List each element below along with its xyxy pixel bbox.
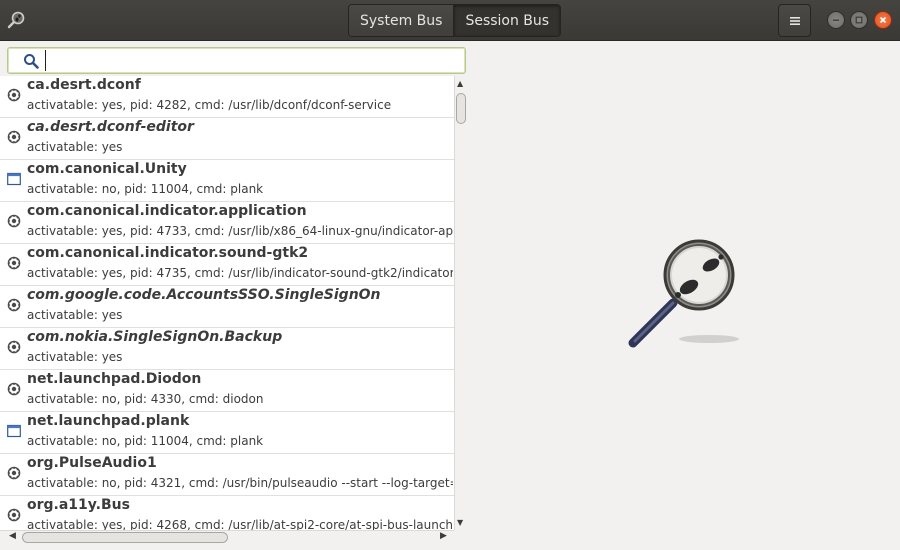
search-bar bbox=[7, 47, 466, 74]
bus-name: com.nokia.SingleSignOn.Backup bbox=[27, 329, 283, 345]
bus-name-detail: activatable: yes bbox=[27, 350, 123, 364]
bus-name: org.a11y.Bus bbox=[27, 497, 130, 513]
list-item[interactable]: org.PulseAudio1 activatable: no, pid: 432… bbox=[0, 454, 454, 496]
bus-name: org.PulseAudio1 bbox=[27, 455, 157, 471]
maximize-button[interactable] bbox=[850, 11, 868, 29]
detail-pane bbox=[467, 41, 900, 550]
list-item[interactable]: net.launchpad.plank activatable: no, pid:… bbox=[0, 412, 454, 454]
horizontal-scroll-thumb[interactable] bbox=[22, 532, 228, 543]
bus-name: net.launchpad.Diodon bbox=[27, 371, 202, 387]
list-item[interactable]: ca.desrt.dconf-editor activatable: yes bbox=[0, 118, 454, 160]
tab-session-bus-label: Session Bus bbox=[465, 12, 550, 29]
bus-name-detail: activatable: yes, pid: 4733, cmd: /usr/l… bbox=[27, 224, 453, 238]
bus-name: net.launchpad.plank bbox=[27, 413, 190, 429]
main-menu-button[interactable] bbox=[778, 4, 811, 37]
bus-name-detail: activatable: no, pid: 11004, cmd: plank bbox=[27, 434, 264, 448]
bus-name: com.canonical.Unity bbox=[27, 161, 187, 177]
scroll-down-arrow-icon[interactable]: ▼ bbox=[457, 518, 463, 527]
search-input[interactable] bbox=[45, 50, 455, 71]
list-item[interactable]: com.canonical.indicator.application activ… bbox=[0, 202, 454, 244]
bus-name-detail: activatable: yes bbox=[27, 140, 123, 154]
bus-name-detail: activatable: yes, pid: 4268, cmd: /usr/l… bbox=[27, 518, 453, 530]
list-item[interactable]: com.google.code.AccountsSSO.SingleSignOn… bbox=[0, 286, 454, 328]
minimize-button[interactable] bbox=[827, 11, 845, 29]
bus-switcher: System Bus Session Bus bbox=[348, 4, 562, 37]
tab-system-bus-label: System Bus bbox=[360, 12, 443, 29]
close-button[interactable] bbox=[874, 11, 892, 29]
bus-name-list: ca.desrt.dconf activatable: yes, pid: 428… bbox=[0, 76, 454, 530]
bus-name-detail: activatable: yes bbox=[27, 308, 123, 322]
gear-icon bbox=[7, 381, 21, 396]
bus-name: com.canonical.indicator.application bbox=[27, 203, 307, 219]
search-icon bbox=[24, 54, 39, 69]
scroll-right-arrow-icon[interactable]: ▶ bbox=[440, 531, 447, 541]
close-icon bbox=[879, 16, 887, 24]
bus-name: com.canonical.indicator.sound-gtk2 bbox=[27, 245, 309, 261]
window-icon bbox=[7, 423, 21, 438]
list-horizontal-scrollbar[interactable]: ◀ ▶ bbox=[0, 530, 454, 544]
scroll-left-arrow-icon[interactable]: ◀ bbox=[9, 531, 16, 541]
maximize-icon bbox=[855, 16, 863, 24]
magnifier-footprint-icon bbox=[7, 11, 25, 29]
bus-name: com.google.code.AccountsSSO.SingleSignOn bbox=[27, 287, 381, 303]
gear-icon bbox=[7, 465, 21, 480]
list-item[interactable]: net.launchpad.Diodon activatable: no, pid… bbox=[0, 370, 454, 412]
magnifier-footprint-icon bbox=[628, 239, 739, 348]
gear-icon bbox=[7, 507, 21, 522]
header-bar: System Bus Session Bus bbox=[0, 0, 900, 41]
tab-system-bus[interactable]: System Bus bbox=[349, 5, 454, 36]
hamburger-menu-icon bbox=[789, 16, 800, 25]
bus-name: ca.desrt.dconf-editor bbox=[27, 119, 194, 135]
list-item[interactable]: com.nokia.SingleSignOn.Backup activatable… bbox=[0, 328, 454, 370]
list-item[interactable]: ca.desrt.dconf activatable: yes, pid: 428… bbox=[0, 76, 454, 118]
vertical-scroll-thumb[interactable] bbox=[456, 93, 466, 124]
d-feet-window: System Bus Session Bus ca.desrt.dconf ac… bbox=[0, 0, 900, 550]
gear-icon bbox=[7, 87, 21, 102]
gear-icon bbox=[7, 339, 21, 354]
list-item[interactable]: com.canonical.Unity activatable: no, pid:… bbox=[0, 160, 454, 202]
scroll-up-arrow-icon[interactable]: ▲ bbox=[457, 79, 463, 88]
bus-name-detail: activatable: yes, pid: 4282, cmd: /usr/l… bbox=[27, 98, 392, 112]
gear-icon bbox=[7, 213, 21, 228]
bus-name-detail: activatable: no, pid: 4330, cmd: diodon bbox=[27, 392, 264, 406]
window-icon bbox=[7, 171, 21, 186]
tab-session-bus[interactable]: Session Bus bbox=[453, 5, 561, 36]
list-item[interactable]: com.canonical.indicator.sound-gtk2 activa… bbox=[0, 244, 454, 286]
bus-name: ca.desrt.dconf bbox=[27, 77, 141, 93]
list-vertical-scrollbar[interactable]: ▲ ▼ bbox=[454, 76, 467, 530]
list-item[interactable]: org.a11y.Bus activatable: yes, pid: 4268,… bbox=[0, 496, 454, 530]
gear-icon bbox=[7, 297, 21, 312]
gear-icon bbox=[7, 129, 21, 144]
bus-name-detail: activatable: no, pid: 4321, cmd: /usr/bi… bbox=[27, 476, 453, 490]
gear-icon bbox=[7, 255, 21, 270]
minimize-icon bbox=[833, 19, 839, 21]
bus-name-detail: activatable: yes, pid: 4735, cmd: /usr/l… bbox=[27, 266, 453, 280]
bus-name-detail: activatable: no, pid: 11004, cmd: plank bbox=[27, 182, 264, 196]
